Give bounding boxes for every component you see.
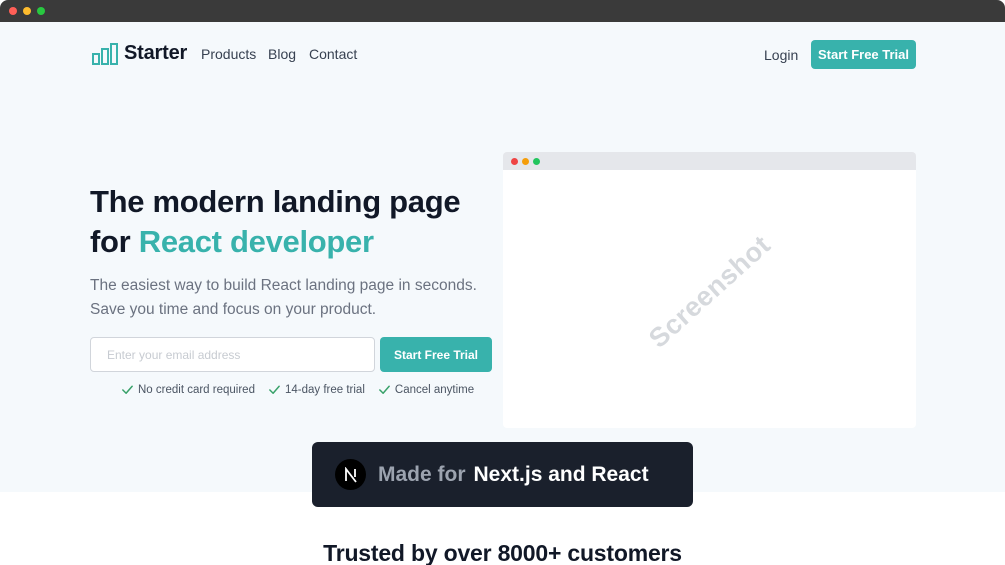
made-for-banner: Made for Next.js and React [312,442,693,507]
feature-label: No credit card required [138,383,255,396]
nav-link-blog[interactable]: Blog [268,46,296,62]
banner-prefix: Made for [378,462,466,486]
feature-item: 14-day free trial [268,383,365,396]
hero-title-accent: React developer [138,224,374,259]
window-title-bar [0,0,1005,22]
logo-text: Starter [124,42,188,64]
bar-chart-icon [92,42,118,65]
mockup-title-bar [503,152,916,170]
feature-list: No credit card required 14-day free tria… [121,383,474,396]
hero-title-prefix: for [90,224,139,259]
window-maximize-button[interactable] [37,7,45,15]
nav-link-contact[interactable]: Contact [309,46,357,62]
trusted-heading: Trusted by over 8000+ customers [323,540,682,565]
hero-start-trial-button[interactable]: Start Free Trial [380,337,492,372]
hero-title: The modern landing page for React develo… [90,182,510,262]
feature-item: No credit card required [121,383,255,396]
login-link[interactable]: Login [764,47,798,63]
window-close-button[interactable] [9,7,17,15]
check-icon [122,385,133,394]
banner-main: Next.js and React [473,462,649,486]
feature-label: Cancel anytime [394,383,475,396]
hero-subtitle: The easiest way to build React landing p… [90,277,477,318]
check-icon [269,385,280,394]
logo-link[interactable]: Starter [92,42,187,65]
nextjs-logo-icon [335,459,366,490]
feature-label: 14-day free trial [284,383,365,396]
email-input[interactable] [90,337,375,372]
nextjs-n-icon [344,466,357,483]
window-minimize-button[interactable] [23,7,31,15]
nav-start-trial-button[interactable]: Start Free Trial [811,40,916,69]
mockup-dot-green [533,158,540,165]
feature-item: Cancel anytime [378,383,474,396]
mockup-dot-yellow [522,158,529,165]
mockup-dot-red [511,158,518,165]
nav-link-products[interactable]: Products [201,46,256,62]
hero-title-line1: The modern landing page [90,184,461,219]
screenshot-watermark: Screenshot [642,229,776,354]
check-icon [379,385,390,394]
screenshot-mockup: Screenshot [503,152,916,428]
